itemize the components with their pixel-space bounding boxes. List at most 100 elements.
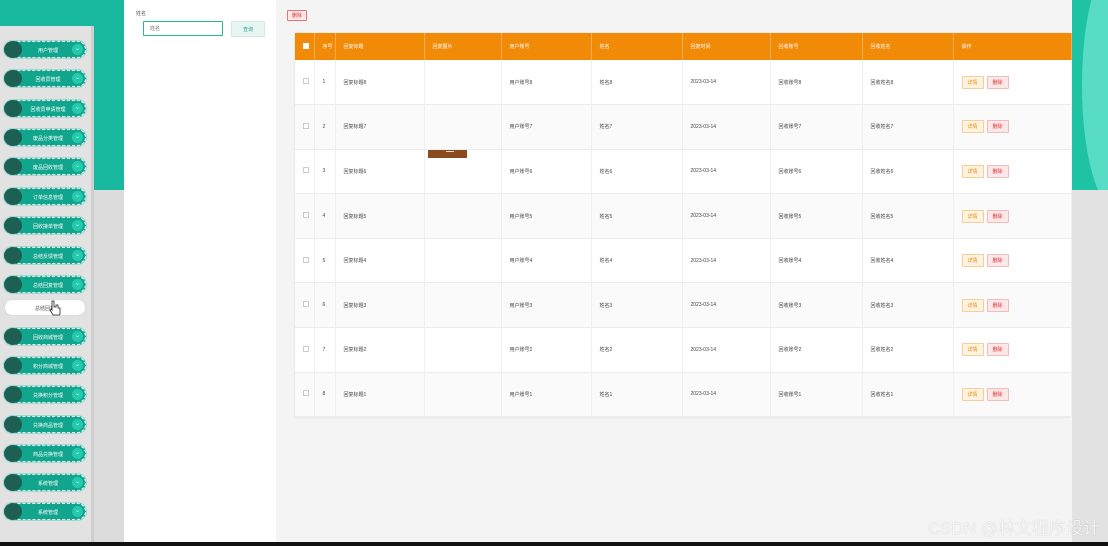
row-checkbox[interactable] [303,256,309,263]
cell-recycle-name: 回收姓名8 [862,60,954,105]
chevron-down-icon: ⌄ [72,191,83,202]
name-search-input[interactable] [143,21,223,36]
cell-index: 2 [314,104,336,150]
delete-button[interactable]: 删除 [986,343,1009,357]
sidebar-item[interactable]: 总结回复 [4,299,86,316]
column-header: 姓名 [591,33,683,60]
menu-dot-icon [4,100,22,117]
row-checkbox-cell [295,193,315,239]
row-checkbox[interactable] [303,212,309,219]
detail-button[interactable]: 详情 [961,254,984,268]
sidebar-item[interactable]: 废品回收管理 ⌄ [4,158,86,175]
cell-name: 姓名7 [591,104,683,150]
row-checkbox[interactable] [303,78,309,85]
delete-button[interactable]: 删除 [986,298,1009,312]
cell-title: 回复标题8 [335,60,425,105]
cell-time: 2023-03-14 [682,104,771,150]
bulk-delete-button[interactable]: 删除 [287,10,307,21]
sidebar-item[interactable]: 总结回复管理 ⌄ [4,276,86,293]
cell-title: 回复标题7 [335,104,425,150]
table-row: 8 回复标题1 用户账号1 姓名1 2023-03-14 回收账号1 回收姓名1 详情 删除 [295,372,1072,417]
row-checkbox[interactable] [303,122,309,129]
detail-button[interactable]: 详情 [961,298,984,312]
sidebar-item-label: 系统管理 [37,481,58,487]
chevron-down-icon: ⌄ [72,103,83,114]
sidebar-item[interactable]: 回收员管理 ⌄ [4,70,86,87]
reply-table: 序号 回复标题 回复图片 用户账号 姓名 回复时间 回收账号 回收姓名 操作 1 回复标题8 用户账… [295,33,1072,417]
chevron-down-icon: ⌄ [72,331,83,342]
select-all-checkbox[interactable] [303,42,309,49]
cell-recycle-account: 回收账号8 [770,60,863,105]
cell-index: 1 [314,60,336,105]
menu-dot-icon [4,416,22,433]
cell-image [424,238,502,283]
column-header: 回复标题 [335,33,425,60]
delete-button[interactable]: 删除 [986,120,1009,134]
sidebar-item[interactable]: 系统管理 ⌄ [4,503,86,520]
hand-cursor-icon [49,300,61,316]
reply-image-thumbnail[interactable] [428,150,467,158]
row-checkbox[interactable] [303,301,309,308]
cell-user-account: 用户账号6 [501,149,592,194]
table-row: 7 回复标题2 用户账号2 姓名2 2023-03-14 回收账号2 回收姓名2 详情 删除 [295,327,1072,373]
cell-index: 8 [314,372,336,417]
row-checkbox[interactable] [303,345,309,352]
chevron-down-icon: ⌄ [72,73,83,84]
row-checkbox[interactable] [303,167,309,174]
watermark: CSDN @林文程序设计 [927,519,1100,538]
detail-button[interactable]: 详情 [961,164,984,178]
sidebar-item[interactable]: 回收员申请管理 ⌄ [4,100,86,117]
delete-button[interactable]: 删除 [986,387,1009,401]
menu-dot-icon [4,474,22,491]
sidebar-item-label: 订单信息管理 [32,195,63,201]
sidebar-item[interactable]: 总结反馈管理 ⌄ [4,247,86,264]
table-row: 4 回复标题5 用户账号5 姓名5 2023-03-14 回收账号5 回收姓名5 详情 删除 [295,193,1072,239]
sidebar-item[interactable]: 系统管理 ⌄ [4,474,86,491]
delete-button[interactable]: 删除 [986,209,1009,223]
cell-recycle-name: 回收姓名5 [862,193,954,239]
row-checkbox-cell [295,372,315,417]
sidebar-item[interactable]: 回收商城管理 ⌄ [4,328,86,345]
delete-button[interactable]: 删除 [986,164,1009,178]
sidebar-item-label: 总结回复 [34,306,55,312]
sidebar-item[interactable]: 订单信息管理 ⌄ [4,188,86,205]
cell-title: 回复标题1 [335,372,425,417]
bottom-bar [0,542,1108,546]
column-header: 操作 [953,33,1072,60]
sidebar-item[interactable]: 用户管理 ⌄ [4,41,86,58]
sidebar-item-label: 兑换积分管理 [32,393,63,399]
row-actions: 详情 删除 [953,282,1072,328]
sidebar-item[interactable]: 积分商城管理 ⌄ [4,357,86,374]
sidebar-item[interactable]: 回收接单管理 ⌄ [4,217,86,234]
chevron-down-icon: ⌄ [72,161,83,172]
sidebar-item[interactable]: 兑换积分管理 ⌄ [4,386,86,403]
sidebar-item[interactable]: 商品兑换管理 ⌄ [4,445,86,462]
cell-name: 姓名6 [591,149,683,194]
detail-button[interactable]: 详情 [961,343,984,357]
row-checkbox-cell [295,104,315,150]
search-button[interactable]: 查询 [231,21,265,37]
delete-button[interactable]: 删除 [986,75,1009,89]
right-lower-panel [1072,190,1108,542]
detail-button[interactable]: 详情 [961,387,984,401]
menu-dot-icon [4,357,22,374]
column-header: 序号 [314,33,336,60]
chevron-down-icon: ⌄ [72,279,83,290]
detail-button[interactable]: 详情 [961,75,984,89]
sidebar-item[interactable]: 兑换商品管理 ⌄ [4,416,86,433]
row-checkbox[interactable] [303,390,309,397]
sidebar-item-label: 积分商城管理 [32,364,63,370]
cell-name: 姓名2 [591,327,683,373]
detail-button[interactable]: 详情 [961,209,984,223]
row-checkbox-cell [295,327,315,373]
table-row: 5 回复标题4 用户账号4 姓名4 2023-03-14 回收账号4 回收姓名4 详情 删除 [295,238,1072,283]
cell-user-account: 用户账号3 [501,282,592,328]
delete-button[interactable]: 删除 [986,254,1009,268]
detail-button[interactable]: 详情 [961,120,984,134]
cell-user-account: 用户账号2 [501,327,592,373]
table-body: 1 回复标题8 用户账号8 姓名8 2023-03-14 回收账号8 回收姓名8 详情 删除 2 回… [295,60,1072,417]
sidebar-item[interactable]: 废品分类管理 ⌄ [4,129,86,146]
column-header: 回复图片 [424,33,502,60]
menu-dot-icon [4,217,22,234]
search-panel: 姓名 查询 [124,0,276,542]
